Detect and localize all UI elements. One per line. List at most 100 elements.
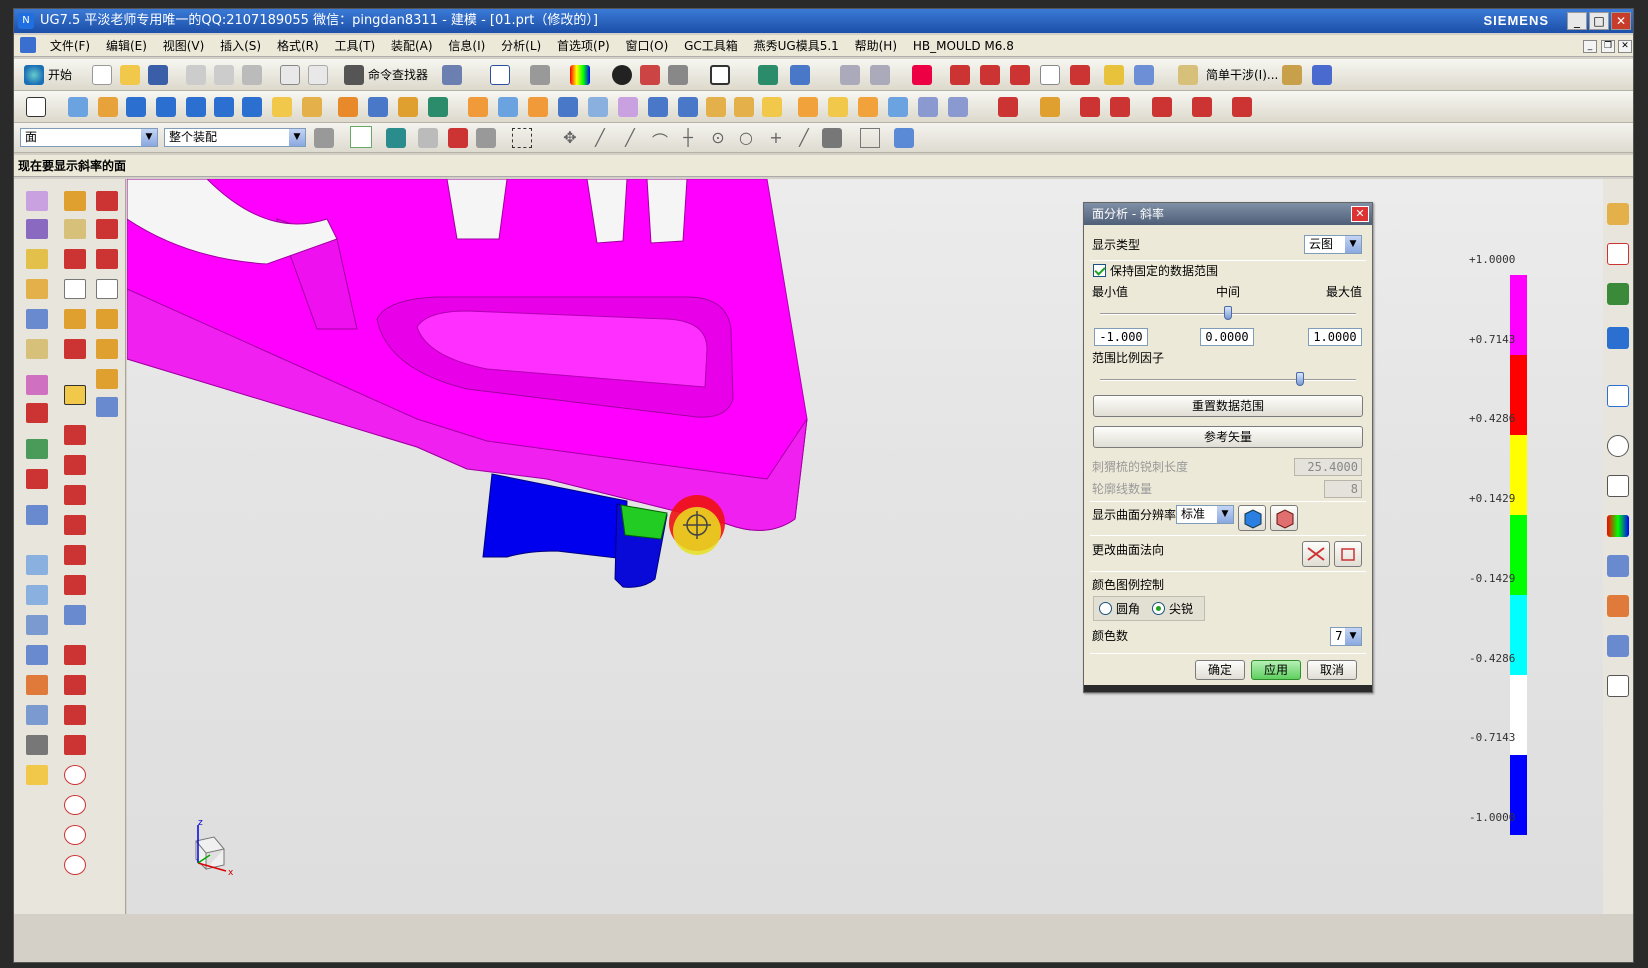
clipboard-icon[interactable] xyxy=(1607,675,1629,697)
mesh-icon[interactable] xyxy=(26,469,48,489)
offset-face-icon[interactable] xyxy=(618,97,638,117)
ellipse-icon[interactable] xyxy=(64,575,86,595)
menu-view[interactable]: 视图(V) xyxy=(157,35,211,57)
through-curves-icon[interactable] xyxy=(888,97,908,117)
sync-move-face-icon[interactable] xyxy=(998,97,1018,117)
intersect-curve-icon[interactable] xyxy=(96,397,118,417)
menu-yanxiu-mold[interactable]: 燕秀UG模具5.1 xyxy=(748,35,845,57)
display-type-dropdown[interactable]: 云图 ▼ xyxy=(1304,235,1362,254)
scope-dropdown[interactable]: 整个装配 ▼ xyxy=(164,128,306,147)
arc-icon[interactable] xyxy=(64,249,86,269)
menu-hb-mould[interactable]: HB_MOULD M6.8 xyxy=(907,35,1020,57)
snap-tangent-icon[interactable]: ╱ xyxy=(794,128,814,148)
shaded-view-icon[interactable] xyxy=(612,65,632,85)
polygon-icon[interactable] xyxy=(96,279,118,299)
face-analysis-icon[interactable] xyxy=(570,65,590,85)
graphics-window[interactable] xyxy=(127,179,1603,914)
menu-edit[interactable]: 编辑(E) xyxy=(100,35,153,57)
snap-center-icon[interactable]: ⊙ xyxy=(708,128,728,148)
sphere-icon[interactable] xyxy=(948,97,968,117)
resolution-dropdown[interactable]: 标准 ▼ xyxy=(1176,505,1234,524)
measure-axis-icon[interactable] xyxy=(1010,65,1030,85)
view-cube-icon[interactable] xyxy=(894,128,914,148)
menu-analysis[interactable]: 分析(L) xyxy=(495,35,547,57)
local-radius-icon[interactable] xyxy=(1040,65,1060,85)
split-icon[interactable] xyxy=(762,97,782,117)
filter-gear-icon[interactable] xyxy=(314,128,334,148)
new-file-icon[interactable] xyxy=(92,65,112,85)
line-2pt-icon[interactable] xyxy=(96,191,118,211)
legend-round-radio[interactable] xyxy=(1099,602,1112,615)
emboss-icon[interactable] xyxy=(302,97,322,117)
sync-resize-icon[interactable] xyxy=(1152,97,1172,117)
web-browser-icon[interactable] xyxy=(1607,635,1629,657)
save-icon[interactable] xyxy=(148,65,168,85)
arc-2pt-icon[interactable] xyxy=(96,219,118,239)
deviation-icon[interactable] xyxy=(1070,65,1090,85)
pattern-icon[interactable] xyxy=(558,97,578,117)
app-menu-icon[interactable] xyxy=(20,37,36,53)
menu-assembly[interactable]: 装配(A) xyxy=(385,35,439,57)
deselect-icon[interactable] xyxy=(448,128,468,148)
follow-icon[interactable] xyxy=(386,128,406,148)
process-studio-icon[interactable] xyxy=(1607,555,1629,577)
flow-icon[interactable] xyxy=(1134,65,1154,85)
copy-icon[interactable] xyxy=(214,65,234,85)
tube-icon[interactable] xyxy=(214,97,234,117)
doc-minimize-button[interactable]: _ xyxy=(1583,40,1597,53)
book-surface-icon[interactable] xyxy=(26,735,48,755)
view-layout-icon[interactable] xyxy=(710,65,730,85)
circle-tangent2-icon[interactable] xyxy=(64,855,86,875)
redo-icon[interactable] xyxy=(308,65,328,85)
circle-tangent-icon[interactable] xyxy=(64,545,86,565)
patch-icon[interactable] xyxy=(734,97,754,117)
chamfer-icon[interactable] xyxy=(498,97,518,117)
scale-icon[interactable] xyxy=(828,97,848,117)
offset-curve-icon[interactable] xyxy=(96,309,118,329)
studio-spline-icon[interactable] xyxy=(96,249,118,269)
revolve-icon[interactable] xyxy=(98,97,118,117)
bridge-curve-icon[interactable] xyxy=(96,339,118,359)
ok-button[interactable]: 确定 xyxy=(1195,660,1245,680)
wrap-icon[interactable] xyxy=(858,97,878,117)
menu-tools[interactable]: 工具(T) xyxy=(328,35,381,57)
snap-face-icon[interactable] xyxy=(822,128,842,148)
corner-icon[interactable] xyxy=(64,705,86,725)
open-folder-icon[interactable] xyxy=(120,65,140,85)
pad-icon[interactable] xyxy=(272,97,292,117)
mirror-icon[interactable] xyxy=(588,97,608,117)
reset-range-button[interactable]: 重置数据范围 xyxy=(1093,395,1363,417)
mid-slider-thumb[interactable] xyxy=(1224,306,1232,320)
wcs-icon[interactable] xyxy=(790,65,810,85)
close-button[interactable]: ✕ xyxy=(1611,12,1631,30)
draft-icon[interactable] xyxy=(1312,65,1332,85)
studio-icon[interactable] xyxy=(26,555,48,575)
reuse-library-icon[interactable] xyxy=(1607,327,1629,349)
solid-cube-icon[interactable] xyxy=(668,65,688,85)
shell-icon[interactable] xyxy=(528,97,548,117)
boss-icon[interactable] xyxy=(242,97,262,117)
color-count-dropdown[interactable]: 7 ▼ xyxy=(1330,627,1362,646)
datum-icon[interactable] xyxy=(428,97,448,117)
nsided-icon[interactable] xyxy=(26,585,48,605)
cross-line-icon[interactable] xyxy=(64,515,86,535)
arc-center-icon[interactable] xyxy=(64,675,86,695)
extract-icon[interactable] xyxy=(26,339,48,359)
orient-view-icon[interactable] xyxy=(758,65,778,85)
styled-sweep-icon[interactable] xyxy=(26,645,48,665)
thread-icon[interactable] xyxy=(338,97,358,117)
menu-format[interactable]: 格式(R) xyxy=(271,35,325,57)
tangent-line-icon[interactable] xyxy=(64,485,86,505)
snap-line-icon[interactable]: ╱ xyxy=(620,128,640,148)
ruled-icon[interactable] xyxy=(26,439,48,459)
min-value-input[interactable]: -1.000 xyxy=(1094,328,1148,346)
cylinder-icon[interactable] xyxy=(186,97,206,117)
snap-perp-icon[interactable]: ┼ xyxy=(678,128,698,148)
trim-body-icon[interactable] xyxy=(398,97,418,117)
system-material-icon[interactable] xyxy=(1607,475,1629,497)
start-button[interactable]: 开始 xyxy=(48,65,72,85)
unite-icon[interactable] xyxy=(368,97,388,117)
hd3d-icon[interactable] xyxy=(1607,385,1629,407)
transition-icon[interactable] xyxy=(26,615,48,635)
angle-line-icon[interactable] xyxy=(64,455,86,475)
